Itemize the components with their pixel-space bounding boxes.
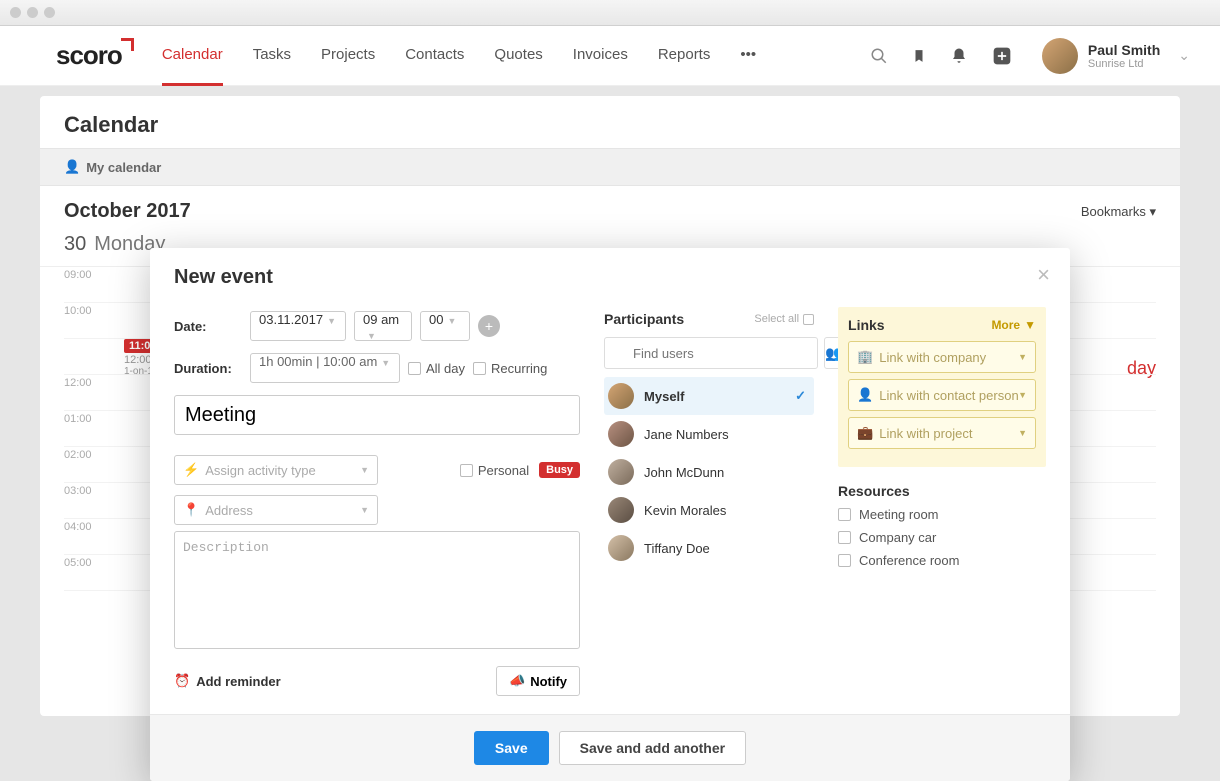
search-icon[interactable] <box>870 47 888 65</box>
participant-item[interactable]: Jane Numbers <box>604 415 814 453</box>
user-org: Sunrise Ltd <box>1088 58 1160 70</box>
select-all-link[interactable]: Select all <box>754 313 814 325</box>
activity-type-select[interactable]: ⚡ Assign activity type ▼ <box>174 455 378 485</box>
links-title: Links <box>848 317 885 333</box>
event-title-input[interactable] <box>174 395 580 435</box>
avatar <box>608 459 634 485</box>
all-day-checkbox[interactable]: All day <box>408 361 465 376</box>
briefcase-icon: 💼 <box>857 425 873 441</box>
check-icon: ✓ <box>795 388 806 404</box>
avatar <box>1042 38 1078 74</box>
logo: scoro <box>56 40 122 71</box>
top-icons <box>870 46 1012 66</box>
traffic-light-close[interactable] <box>10 7 21 18</box>
participant-item[interactable]: Myself ✓ <box>604 377 814 415</box>
main-nav: Calendar Tasks Projects Contacts Quotes … <box>162 26 870 86</box>
participant-item[interactable]: Tiffany Doe <box>604 529 814 567</box>
nav-invoices[interactable]: Invoices <box>573 26 628 86</box>
recurring-checkbox[interactable]: Recurring <box>473 361 547 376</box>
nav-more[interactable]: ••• <box>740 26 756 86</box>
bell-icon[interactable] <box>950 47 968 65</box>
link-project-select[interactable]: 💼Link with project▼ <box>848 417 1036 449</box>
link-contact-select[interactable]: 👤Link with contact person▼ <box>848 379 1036 411</box>
nav-tasks[interactable]: Tasks <box>253 26 291 86</box>
nav-reports[interactable]: Reports <box>658 26 711 86</box>
bookmark-icon[interactable] <box>912 47 926 65</box>
traffic-light-min[interactable] <box>27 7 38 18</box>
avatar <box>608 535 634 561</box>
traffic-light-max[interactable] <box>44 7 55 18</box>
megaphone-icon: 📣 <box>509 673 525 689</box>
link-company-select[interactable]: 🏢Link with company▼ <box>848 341 1036 373</box>
chevron-down-icon: ⌄ <box>1178 47 1190 64</box>
hour-input[interactable]: 09 am▼ <box>354 311 412 341</box>
add-icon[interactable] <box>992 46 1012 66</box>
bolt-icon: ⚡ <box>183 462 199 478</box>
address-input[interactable]: 📍 Address ▼ <box>174 495 378 525</box>
more-links-dropdown[interactable]: More ▼ <box>991 318 1036 332</box>
add-date-button[interactable]: + <box>478 315 500 337</box>
topbar: scoro Calendar Tasks Projects Contacts Q… <box>0 26 1220 86</box>
date-input[interactable]: 03.11.2017▼ <box>250 311 346 341</box>
save-button[interactable]: Save <box>474 731 549 765</box>
page: Calendar 👤 My calendar October 2017 Book… <box>40 96 1180 716</box>
duration-label: Duration: <box>174 361 242 376</box>
participant-item[interactable]: John McDunn <box>604 453 814 491</box>
save-and-add-button[interactable]: Save and add another <box>559 731 746 765</box>
pin-icon: 📍 <box>183 502 199 518</box>
add-reminder-link[interactable]: ⏰ Add reminder <box>174 673 281 689</box>
date-label: Date: <box>174 319 242 334</box>
nav-quotes[interactable]: Quotes <box>494 26 542 86</box>
user-name: Paul Smith <box>1088 42 1160 58</box>
window-chrome <box>0 0 1220 26</box>
resources-title: Resources <box>838 483 910 499</box>
participants-title: Participants <box>604 311 684 327</box>
minute-input[interactable]: 00▼ <box>420 311 470 341</box>
modal-backdrop: New event × Date: 03.11.2017▼ 09 am▼ 00▼… <box>40 96 1180 716</box>
user-menu[interactable]: Paul Smith Sunrise Ltd ⌄ <box>1042 38 1190 74</box>
nav-contacts[interactable]: Contacts <box>405 26 464 86</box>
resource-checkbox[interactable]: Company car <box>838 530 1046 545</box>
personal-checkbox[interactable]: Personal <box>460 463 529 478</box>
participant-item[interactable]: Kevin Morales <box>604 491 814 529</box>
avatar <box>608 497 634 523</box>
person-icon: 👤 <box>857 387 873 403</box>
nav-projects[interactable]: Projects <box>321 26 375 86</box>
avatar <box>608 421 634 447</box>
modal-title: New event <box>174 266 1046 289</box>
new-event-modal: New event × Date: 03.11.2017▼ 09 am▼ 00▼… <box>150 248 1070 781</box>
nav-calendar[interactable]: Calendar <box>162 26 223 86</box>
links-section: Links More ▼ 🏢Link with company▼ 👤Link w… <box>838 307 1046 467</box>
description-textarea[interactable] <box>174 531 580 649</box>
alarm-icon: ⏰ <box>174 673 190 689</box>
avatar <box>608 383 634 409</box>
resource-checkbox[interactable]: Conference room <box>838 553 1046 568</box>
busy-badge[interactable]: Busy <box>539 462 580 478</box>
company-icon: 🏢 <box>857 349 873 365</box>
close-icon[interactable]: × <box>1037 262 1050 288</box>
resource-checkbox[interactable]: Meeting room <box>838 507 1046 522</box>
notify-button[interactable]: 📣 Notify <box>496 666 580 696</box>
find-users-input[interactable] <box>604 337 818 369</box>
duration-input[interactable]: 1h 00min | 10:00 am▼ <box>250 353 400 383</box>
